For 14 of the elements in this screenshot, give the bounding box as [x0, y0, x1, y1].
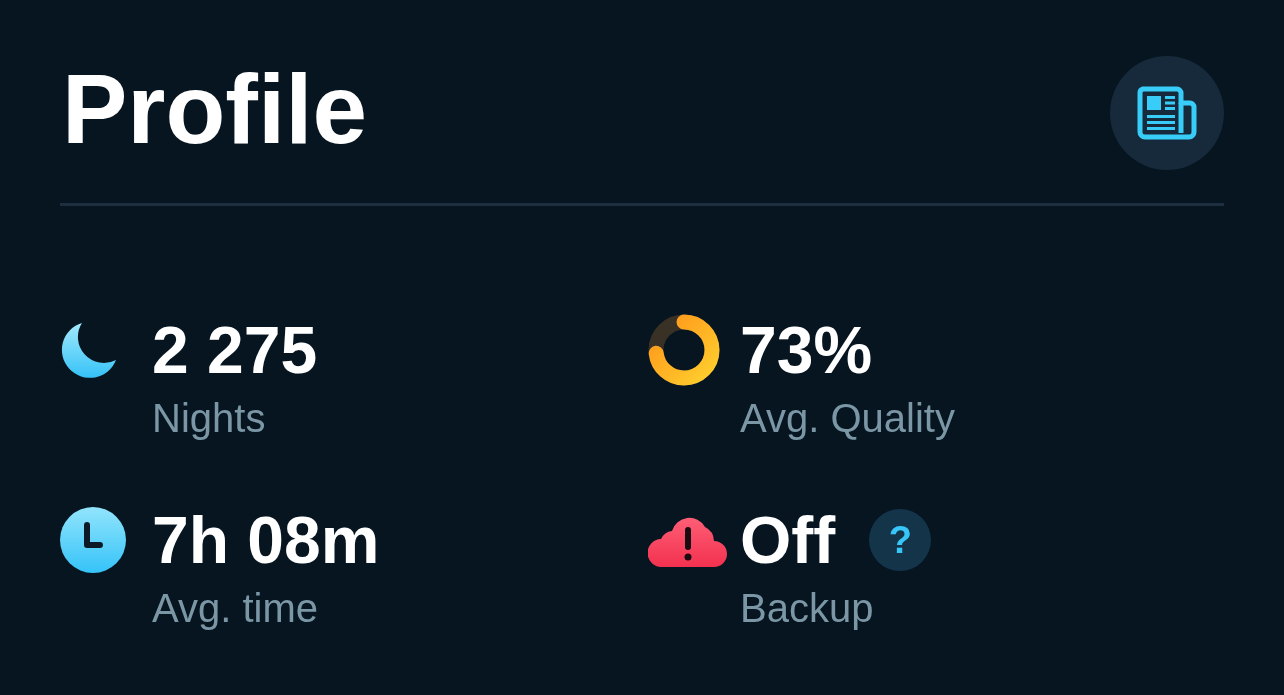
help-button[interactable]: ?: [869, 509, 932, 571]
stat-value: 7h 08m: [152, 507, 380, 573]
clock-icon: [60, 507, 126, 573]
stat-value: 2 275: [152, 317, 318, 383]
stat-value: 73%: [740, 317, 873, 383]
stat-label: Avg. Quality: [740, 398, 955, 438]
page-title: Profile: [61, 60, 367, 158]
stat-label: Nights: [152, 398, 267, 438]
stat-value: Off: [740, 507, 836, 573]
progress-ring-icon: [648, 314, 720, 386]
stat-label: Backup: [740, 588, 875, 628]
stat-label: Avg. time: [152, 588, 319, 628]
moon-icon: [60, 322, 117, 378]
newspaper-icon: [1137, 86, 1197, 140]
